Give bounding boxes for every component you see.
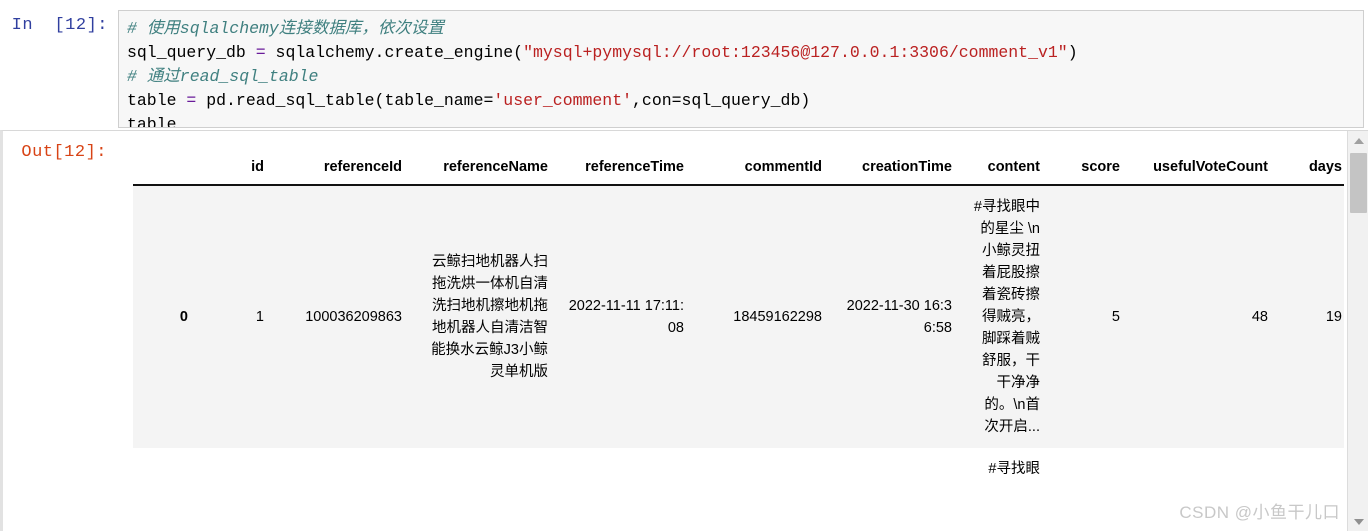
code-line-5: table [127,115,177,128]
code-call-read-sql-table: pd.read_sql_table(table_name= [196,91,494,110]
cell-score [1049,448,1129,490]
code-call-create-engine: sqlalchemy.create_engine( [265,43,524,62]
header-index [133,153,197,186]
cell-referencename: 云鲸扫地机器人扫拖洗烘一体机自清洗扫地机擦地机拖地机器人自清洁智能换水云鲸J3小… [411,185,557,448]
dataframe-scroll-container[interactable]: id referenceId referenceName referenceTi… [133,153,1344,531]
output-cell: Out[12]: id referenceId referenceName re… [0,130,1368,531]
cell-content: #寻找眼 [961,448,1049,490]
header-referenceid: referenceId [273,153,411,186]
vertical-scrollbar[interactable] [1347,131,1368,531]
code-operator-eq-2: = [186,91,197,110]
code-line-2: sql_query_db = sqlalchemy.create_engine(… [127,41,1355,65]
dataframe-header: id referenceId referenceName referenceTi… [133,153,1344,186]
output-prompt: Out[12]: [21,143,107,162]
table-row: #寻找眼 [133,448,1344,490]
cell-referencetime: 2022-11-11 17:11:08 [557,185,693,448]
code-cell[interactable]: In [12]: # 使用sqlalchemy连接数据库，依次设置 sql_qu… [0,0,1368,130]
header-referencetime: referenceTime [557,153,693,186]
code-line-1: # 使用sqlalchemy连接数据库，依次设置 [127,17,1355,41]
code-string-tablename: 'user_comment' [493,91,633,110]
header-usefulvotecount: usefulVoteCount [1129,153,1277,186]
cell-commentid: 18459162298 [693,185,831,448]
cell-commentid [693,448,831,490]
arrow-down-icon [1353,519,1364,525]
cell-content: #寻找眼中的星尘 \n小鲸灵扭着屁股擦着瓷砖擦得贼亮，脚踩着贼舒服，干干净净的。… [961,185,1049,448]
table-row: 0 1 100036209863 云鲸扫地机器人扫拖洗烘一体机自清洗扫地机擦地机… [133,185,1344,448]
header-creationtime: creationTime [831,153,961,186]
cell-referencename [411,448,557,490]
code-comment-1: # 使用sqlalchemy连接数据库，依次设置 [127,19,444,38]
header-referencename: referenceName [411,153,557,186]
cell-score: 5 [1049,185,1129,448]
code-editor[interactable]: # 使用sqlalchemy连接数据库，依次设置 sql_query_db = … [118,10,1364,128]
cell-creationtime: 2022-11-30 16:36:58 [831,185,961,448]
code-var-table: table [127,91,187,110]
header-commentid: commentId [693,153,831,186]
cell-days: 19 [1277,185,1344,448]
row-index [133,448,197,490]
scroll-down-button[interactable] [1348,512,1368,531]
code-args-rest: ,con=sql_query_db) [632,91,811,110]
header-row: id referenceId referenceName referenceTi… [133,153,1344,186]
cell-creationtime [831,448,961,490]
code-var-sqlquerydb: sql_query_db [127,43,256,62]
code-line-4: table = pd.read_sql_table(table_name='us… [127,89,1355,113]
header-content: content [961,153,1049,186]
code-operator-eq-1: = [255,43,266,62]
header-id: id [197,153,273,186]
header-score: score [1049,153,1129,186]
code-paren-close-1: ) [1067,43,1078,62]
dataframe-body: 0 1 100036209863 云鲸扫地机器人扫拖洗烘一体机自清洗扫地机擦地机… [133,185,1344,490]
cell-id [197,448,273,490]
cell-referencetime [557,448,693,490]
row-index: 0 [133,185,197,448]
dataframe-table: id referenceId referenceName referenceTi… [133,153,1344,490]
arrow-up-icon [1353,138,1364,144]
cell-referenceid [273,448,411,490]
header-days: days [1277,153,1344,186]
cell-referenceid: 100036209863 [273,185,411,448]
scrollbar-thumb[interactable] [1350,153,1367,213]
code-string-connection: "mysql+pymysql://root:123456@127.0.0.1:3… [523,43,1068,62]
cell-days [1277,448,1344,490]
code-comment-2: # 通过read_sql_table [127,67,319,86]
input-prompt: In [12]: [11,16,108,35]
cell-usefulvotecount: 48 [1129,185,1277,448]
watermark: CSDN @小鱼干儿口 [1179,503,1340,522]
cell-usefulvotecount [1129,448,1277,490]
code-line-3: # 通过read_sql_table [127,65,1355,89]
scroll-up-button[interactable] [1348,131,1368,151]
cell-id: 1 [197,185,273,448]
